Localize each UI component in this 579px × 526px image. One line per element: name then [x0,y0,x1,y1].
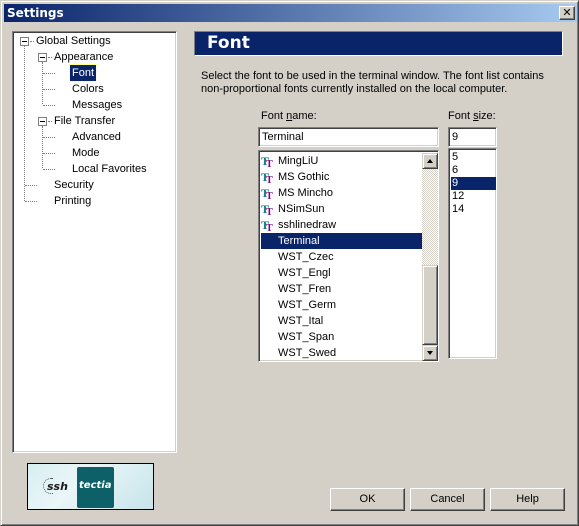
tree-item-font[interactable]: Font [68,64,98,82]
font-list-scrollbar[interactable] [422,153,438,361]
page-title: Font [207,33,250,53]
font-list-item[interactable]: WST_Czec [261,249,422,265]
tree-line [43,169,55,170]
font-list-item-label: sshlinedraw [278,219,337,231]
font-list-item-label: WST_Germ [278,299,337,311]
page-description: Select the font to be used in the termin… [201,70,544,95]
font-list-item[interactable]: WST_Germ [261,297,422,313]
font-list-item-label: WST_Czec [278,251,334,263]
scrollbar-thumb[interactable] [422,265,438,345]
tree-item-local-favorites[interactable]: Local Favorites [70,161,149,177]
font-list-item[interactable]: T T MS Gothic [261,169,422,186]
truetype-icon: TT [261,218,277,234]
font-list-item-label: Terminal [278,235,320,247]
font-size-label: Font size: [448,110,496,122]
settings-dialog: Settings ✕ Global Settings Appearance Fo… [0,0,579,526]
font-list-item-label: MingLiU [278,155,319,167]
svg-text:T: T [266,207,273,216]
tree-line [43,137,55,138]
truetype-icon: TT [261,202,277,218]
font-name-list[interactable]: T T MingLiU T T MS Gothic T T MS Mincho T T NSimSun… [258,150,439,362]
font-size-list-item[interactable]: 14 [451,203,496,216]
font-list-item-label: NSimSun [278,203,325,215]
tree-item-messages[interactable]: Messages [70,97,124,113]
font-size-list-item[interactable]: 12 [451,190,496,203]
tree-line [42,126,43,168]
svg-text:T: T [266,175,273,184]
svg-text:T: T [266,223,273,232]
arrow-down-icon [427,351,433,355]
font-name-input[interactable]: Terminal [258,127,439,147]
tree-line [42,62,43,104]
tree-line [43,73,55,74]
collapse-icon[interactable] [20,37,29,46]
svg-text:T: T [266,191,273,200]
tree-line [43,89,55,90]
scroll-up-button[interactable] [422,153,438,169]
tree-item-appearance[interactable]: Appearance [52,49,115,65]
truetype-icon: TT [261,170,277,186]
close-button[interactable]: ✕ [559,6,575,20]
close-icon: ✕ [562,6,572,19]
tree-line [25,201,37,202]
tree-item-colors[interactable]: Colors [70,81,106,97]
font-size-list-item[interactable]: 5 [451,151,496,164]
font-list-item[interactable]: WST_Ital [261,313,422,329]
font-size-list-item[interactable]: 6 [451,164,496,177]
font-list-item-label: MS Mincho [278,187,334,199]
svg-text:T: T [266,159,273,168]
font-list-item[interactable]: WST_Swed [261,345,422,361]
font-list-item-label: WST_Ital [278,315,324,327]
title-bar[interactable]: Settings ✕ [4,4,577,22]
tree-item-mode[interactable]: Mode [70,145,102,161]
tree-line [24,46,25,201]
tree-item-printing[interactable]: Printing [52,193,93,209]
truetype-icon: TT [261,154,277,170]
tree-line [43,105,55,106]
label-text: Font [448,110,474,122]
tree-item-global-settings[interactable]: Global Settings [34,33,113,49]
font-list-item-label: MS Gothic [278,171,330,183]
cancel-button[interactable]: Cancel [410,488,485,511]
collapse-icon[interactable] [38,53,47,62]
font-list-item[interactable]: WST_Engl [261,265,422,281]
ok-button[interactable]: OK [330,488,405,511]
font-list-item[interactable]: T Tsshlinedraw [261,217,422,234]
font-list-item[interactable]: WST_Fren [261,281,422,297]
label-text: ame: [292,110,317,122]
font-list-item[interactable]: T T MingLiU [261,153,422,170]
font-list-item[interactable]: T T NSimSun [261,201,422,218]
ssh-tectia-logo: ssh tectia [27,463,154,510]
collapse-icon[interactable] [38,117,47,126]
tree-item-security[interactable]: Security [52,177,96,193]
settings-tree[interactable]: Global Settings Appearance Font Colors M… [12,31,177,453]
window-title: Settings [7,6,64,20]
font-list-item[interactable]: Terminal [261,233,422,249]
font-list-item-label: WST_Span [278,331,335,343]
tree-item-file-transfer[interactable]: File Transfer [52,113,117,129]
font-size-list-item[interactable]: 9 [451,177,496,190]
font-list-item-label: WST_Fren [278,283,332,295]
font-list-item-label: WST_Engl [278,267,331,279]
font-list-item[interactable]: WST_Span [261,329,422,345]
help-button[interactable]: Help [490,488,565,511]
font-size-input[interactable]: 9 [448,127,497,147]
font-list-item-label: WST_Swed [278,347,337,359]
logo-tectia-text: tectia [79,480,112,491]
truetype-icon: TT [261,186,277,202]
font-name-label: Font name: [261,110,317,122]
label-text: ize: [478,110,496,122]
font-size-list[interactable]: 5 6 9 12 14 [448,148,497,359]
arrow-up-icon [427,159,433,163]
tree-item-advanced[interactable]: Advanced [70,129,123,145]
logo-ssh-text: ssh [47,480,68,493]
font-list-item[interactable]: T T MS Mincho [261,185,422,202]
scroll-down-button[interactable] [422,345,438,361]
tree-line [43,153,55,154]
label-text: Font [261,110,287,122]
page-header: Font [194,31,563,56]
tree-line [25,185,37,186]
